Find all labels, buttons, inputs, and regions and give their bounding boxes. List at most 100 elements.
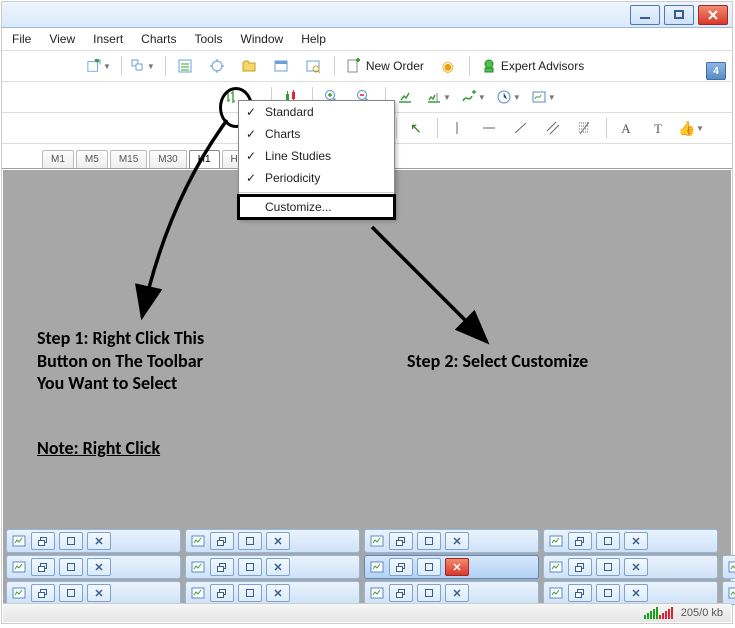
chart-tab[interactable] [543,581,718,605]
tab-restore-icon [210,584,234,602]
tab-maximize-icon [59,532,83,550]
window-titlebar [2,2,732,28]
menu-insert[interactable]: Insert [93,32,123,46]
templates-button[interactable]: ▼ [527,85,560,109]
chart-tab[interactable] [722,581,735,605]
market-watch-icon [177,58,193,74]
tab-close-icon [624,532,648,550]
navigator-button[interactable] [202,54,232,78]
window-minimize-button[interactable] [630,5,660,25]
tab-maximize-icon [596,532,620,550]
ctx-standard[interactable]: Standard [239,101,394,123]
annotation-note: Note: Right Click [37,437,160,460]
menu-view[interactable]: View [49,32,75,46]
auto-scroll-icon [397,89,413,105]
lightbulb-icon: ◉ [440,58,456,74]
expert-advisors-icon [481,58,497,74]
ctx-line-studies[interactable]: Line Studies [239,145,394,167]
tab-restore-icon [389,584,413,602]
expert-advisors-button[interactable]: Expert Advisors [474,54,591,78]
new-chart-button[interactable]: ▼ [82,54,115,78]
channel-icon [545,120,561,136]
ctx-customize[interactable]: Customize... [239,196,394,218]
tab-maximize-icon [59,558,83,576]
window-maximize-button[interactable] [664,5,694,25]
mdi-taskbar [3,528,731,604]
tab-close-icon [624,558,648,576]
chart-tab[interactable] [543,529,718,553]
window-close-button[interactable] [698,5,728,25]
tab-maximize-icon [596,558,620,576]
tf-h1[interactable]: H1 [189,150,220,168]
chart-tab[interactable] [185,555,360,579]
tf-m5[interactable]: M5 [76,150,108,168]
chart-shift-button[interactable]: ▼ [422,85,455,109]
chart-tab-active[interactable] [364,555,539,579]
thumb-icon: 👍 [679,120,695,136]
tab-close-icon [87,558,111,576]
text-label-button[interactable]: T [643,116,673,140]
cursor-icon: ↖ [408,120,424,136]
folder-star-icon [241,58,257,74]
market-watch-button[interactable] [170,54,200,78]
tf-m30[interactable]: M30 [149,150,186,168]
arrows-button[interactable]: 👍▼ [675,116,708,140]
strategy-tester-button[interactable] [298,54,328,78]
tab-close-icon [445,558,469,576]
mdi-windows-badge[interactable]: 4 [706,62,726,80]
vertical-line-button[interactable] [442,116,472,140]
menu-window[interactable]: Window [241,32,284,46]
toolbar-standard: ▼ ▼ [2,51,732,82]
profiles-button[interactable]: ▼ [126,54,159,78]
tab-close-icon [266,584,290,602]
tab-restore-icon [31,532,55,550]
text-icon: A [618,120,634,136]
chart-tab[interactable] [364,529,539,553]
tab-maximize-icon [417,584,441,602]
channel-button[interactable] [538,116,568,140]
menu-file[interactable]: File [12,32,31,46]
text-button[interactable]: A [611,116,641,140]
chart-tab-icon [190,533,206,549]
menu-help[interactable]: Help [301,32,326,46]
tab-maximize-icon [59,584,83,602]
chart-tab[interactable] [185,581,360,605]
chart-tab[interactable] [6,581,181,605]
periodicity-button[interactable]: ▼ [492,85,525,109]
tf-m15[interactable]: M15 [110,150,147,168]
chart-tab[interactable] [722,555,735,579]
tab-close-icon [624,584,648,602]
chart-tab[interactable] [364,581,539,605]
fibonacci-button[interactable] [570,116,600,140]
chart-tab-icon [11,533,27,549]
data-window-button[interactable] [234,54,264,78]
menu-charts[interactable]: Charts [141,32,176,46]
tab-restore-icon [31,584,55,602]
indicators-button[interactable]: ▼ [457,85,490,109]
chart-tab[interactable] [6,555,181,579]
terminal-button[interactable] [266,54,296,78]
new-order-button[interactable]: New Order [339,54,431,78]
tab-restore-icon [568,584,592,602]
tab-maximize-icon [238,558,262,576]
chart-tab[interactable] [543,555,718,579]
connection-strength-icon [644,607,673,619]
hline-icon [481,120,497,136]
trendline-icon [513,120,529,136]
menu-tools[interactable]: Tools [195,32,223,46]
trendline-button[interactable] [506,116,536,140]
chart-tab-icon [190,559,206,575]
horizontal-line-button[interactable] [474,116,504,140]
template-icon [531,89,547,105]
metaquotes-button[interactable]: ◉ [433,54,463,78]
new-order-label: New Order [366,59,424,73]
ctx-periodicity[interactable]: Periodicity [239,167,394,189]
ctx-charts[interactable]: Charts [239,123,394,145]
tab-close-icon [87,584,111,602]
tab-restore-icon [389,558,413,576]
chart-plus-icon [86,58,102,74]
tf-m1[interactable]: M1 [42,150,74,168]
chart-tab[interactable] [185,529,360,553]
cursor-button[interactable]: ↖ [401,116,431,140]
chart-tab[interactable] [6,529,181,553]
